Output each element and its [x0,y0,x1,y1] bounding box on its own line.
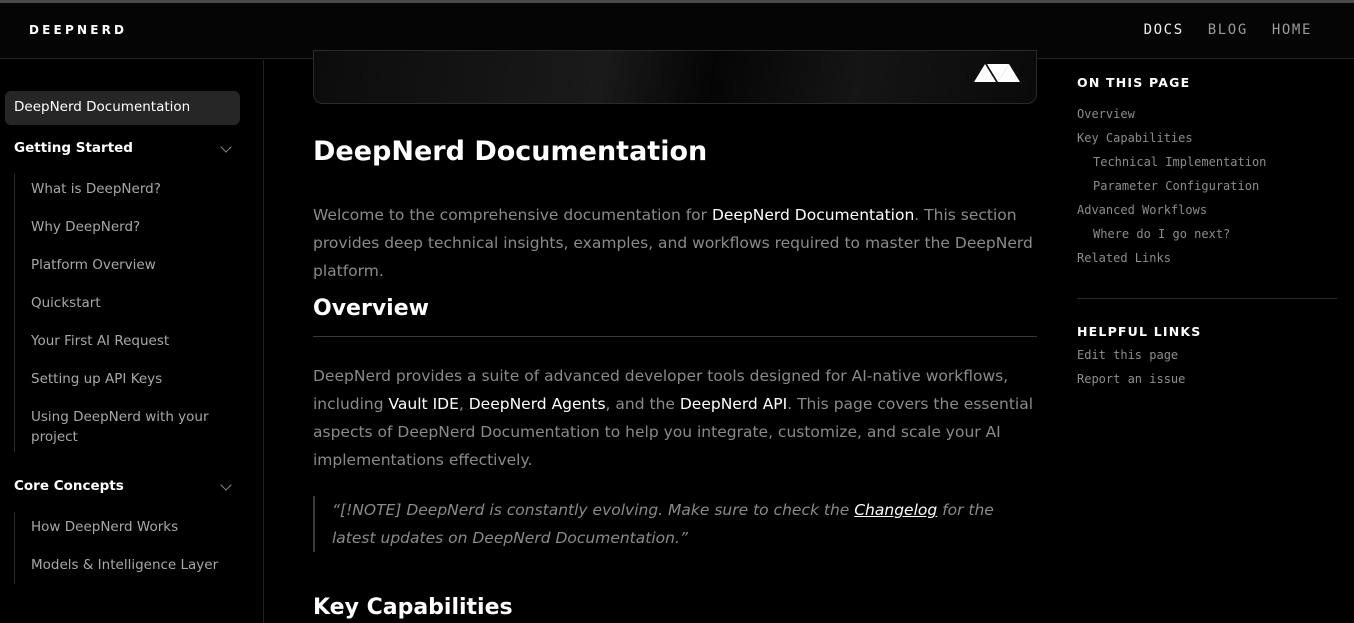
report-issue-link[interactable]: Report an issue [1077,372,1185,386]
triangle-logo-icon [974,64,1020,82]
key-capabilities-heading: Key Capabilities [313,595,513,620]
overview-heading: Overview [313,296,1037,337]
nav-home[interactable]: HOME [1272,22,1312,38]
helpful-links-title: HELPFUL LINKS [1077,324,1202,339]
toc-title: ON THIS PAGE [1077,75,1191,90]
sidebar-group-label: Core Concepts [14,478,124,494]
toc-link-overview[interactable]: Overview [1077,107,1135,121]
sidebar-group-label: Getting Started [14,140,133,156]
overview-text: , [458,395,469,413]
sidebar-item-how-deepnerd-works[interactable]: How DeepNerd Works [31,517,221,537]
toc-link-parameter-configuration[interactable]: Parameter Configuration [1093,179,1259,193]
edit-page-link[interactable]: Edit this page [1077,348,1178,362]
sidebar-item-models-intelligence[interactable]: Models & Intelligence Layer [31,555,221,575]
overview-text: , and the [605,395,680,413]
chevron-down-icon [220,141,232,153]
chevron-down-icon [220,479,232,491]
nav-docs[interactable]: DOCS [1144,22,1184,38]
sidebar-group-getting-started[interactable]: Getting Started [14,140,240,162]
overview-strong: DeepNerd Agents [468,395,606,413]
sidebar-item-why-deepnerd[interactable]: Why DeepNerd? [31,217,221,237]
overview-strong: Vault IDE [388,395,459,413]
overview-strong: DeepNerd API [679,395,788,413]
nav-blog[interactable]: BLOG [1208,22,1248,38]
sidebar-list-getting-started: What is DeepNerd? Why DeepNerd? Platform… [14,174,240,452]
changelog-link[interactable]: Changelog [854,501,937,519]
sidebar-group-core-concepts[interactable]: Core Concepts [14,478,240,500]
sidebar-item-quickstart[interactable]: Quickstart [31,293,221,313]
intro-paragraph: Welcome to the comprehensive documentati… [313,201,1037,285]
toc-divider [1077,298,1337,299]
sidebar-item-api-keys[interactable]: Setting up API Keys [31,369,221,389]
toc-link-related-links[interactable]: Related Links [1077,251,1171,265]
sidebar-item-what-is-deepnerd[interactable]: What is DeepNerd? [31,179,221,199]
toc-link-key-capabilities[interactable]: Key Capabilities [1077,131,1193,145]
hero-banner [313,50,1037,104]
overview-paragraph: DeepNerd provides a suite of advanced de… [313,362,1037,474]
toc-link-advanced-workflows[interactable]: Advanced Workflows [1077,203,1207,217]
toc-link-technical-implementation[interactable]: Technical Implementation [1093,155,1266,169]
brand-logo[interactable]: DEEPNERD [29,23,127,37]
sidebar-item-deepnerd-documentation[interactable]: DeepNerd Documentation [5,91,240,125]
top-nav: DOCS BLOG HOME [1144,22,1312,38]
note-blockquote: “[!NOTE] DeepNerd is constantly evolving… [313,496,1037,552]
page-title: DeepNerd Documentation [313,136,708,167]
toc-link-where-next[interactable]: Where do I go next? [1093,227,1230,241]
sidebar: DeepNerd Documentation Getting Started W… [0,60,264,623]
sidebar-item-using-deepnerd[interactable]: Using DeepNerd with your project [31,407,221,447]
sidebar-list-core-concepts: How DeepNerd Works Models & Intelligence… [14,512,240,584]
sidebar-item-platform-overview[interactable]: Platform Overview [31,255,221,275]
note-text: “[!NOTE] DeepNerd is constantly evolving… [332,501,855,519]
intro-strong: DeepNerd Documentation [711,206,915,224]
intro-text: Welcome to the comprehensive documentati… [313,206,712,224]
sidebar-item-first-ai-request[interactable]: Your First AI Request [31,331,221,351]
